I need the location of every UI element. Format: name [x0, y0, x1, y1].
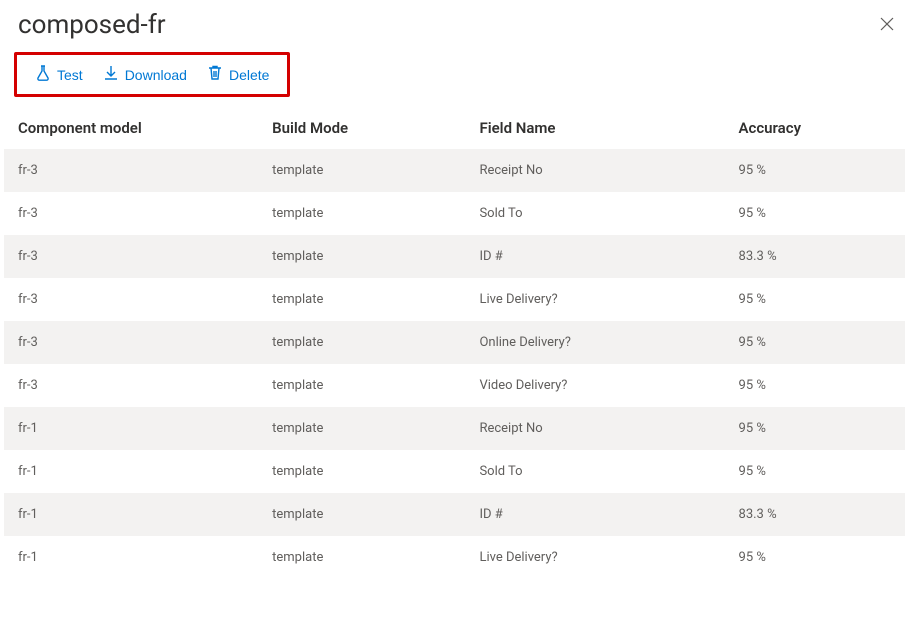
cell-field: ID # [465, 235, 724, 278]
delete-button-label: Delete [229, 67, 269, 83]
cell-accuracy: 83.3 % [725, 235, 905, 278]
cell-field: ID # [465, 493, 724, 536]
table-row[interactable]: fr-3templateOnline Delivery?95 % [4, 321, 905, 364]
cell-build: template [258, 450, 465, 493]
action-toolbar: Test Download Delete [14, 52, 290, 97]
table-row[interactable]: fr-3templateVideo Delivery?95 % [4, 364, 905, 407]
component-fields-table: Component model Build Mode Field Name Ac… [4, 107, 905, 579]
cell-model: fr-3 [4, 235, 258, 278]
cell-field: Live Delivery? [465, 278, 724, 321]
cell-field: Sold To [465, 192, 724, 235]
cell-field: Online Delivery? [465, 321, 724, 364]
table-row[interactable]: fr-1templateID #83.3 % [4, 493, 905, 536]
cell-model: fr-3 [4, 192, 258, 235]
cell-field: Receipt No [465, 149, 724, 192]
cell-model: fr-1 [4, 407, 258, 450]
cell-build: template [258, 192, 465, 235]
cell-build: template [258, 536, 465, 579]
download-button[interactable]: Download [93, 61, 197, 88]
cell-build: template [258, 407, 465, 450]
col-header-model[interactable]: Component model [4, 107, 258, 149]
cell-model: fr-1 [4, 450, 258, 493]
cell-accuracy: 95 % [725, 536, 905, 579]
cell-accuracy: 95 % [725, 192, 905, 235]
test-button[interactable]: Test [25, 61, 93, 88]
table-header-row: Component model Build Mode Field Name Ac… [4, 107, 905, 149]
test-button-label: Test [57, 67, 83, 83]
cell-accuracy: 95 % [725, 149, 905, 192]
cell-build: template [258, 278, 465, 321]
cell-build: template [258, 493, 465, 536]
delete-button[interactable]: Delete [197, 61, 279, 88]
cell-accuracy: 95 % [725, 407, 905, 450]
cell-accuracy: 83.3 % [725, 493, 905, 536]
table-row[interactable]: fr-1templateLive Delivery?95 % [4, 536, 905, 579]
cell-accuracy: 95 % [725, 364, 905, 407]
col-header-field[interactable]: Field Name [465, 107, 724, 149]
table-row[interactable]: fr-3templateSold To95 % [4, 192, 905, 235]
table-scroll-region[interactable]: Component model Build Mode Field Name Ac… [4, 107, 905, 642]
cell-model: fr-3 [4, 149, 258, 192]
close-button[interactable] [871, 11, 903, 39]
page-title: composed-fr [18, 10, 871, 40]
download-icon [103, 65, 119, 84]
pane-header: composed-fr [0, 0, 921, 46]
cell-model: fr-1 [4, 493, 258, 536]
table-row[interactable]: fr-3templateID #83.3 % [4, 235, 905, 278]
trash-icon [207, 65, 223, 84]
cell-model: fr-3 [4, 321, 258, 364]
cell-build: template [258, 321, 465, 364]
download-button-label: Download [125, 67, 187, 83]
cell-field: Live Delivery? [465, 536, 724, 579]
cell-field: Receipt No [465, 407, 724, 450]
col-header-accuracy[interactable]: Accuracy [725, 107, 905, 149]
close-icon [879, 13, 895, 37]
table-row[interactable]: fr-1templateSold To95 % [4, 450, 905, 493]
cell-model: fr-3 [4, 278, 258, 321]
cell-build: template [258, 364, 465, 407]
cell-build: template [258, 235, 465, 278]
cell-accuracy: 95 % [725, 278, 905, 321]
table-row[interactable]: fr-1templateReceipt No95 % [4, 407, 905, 450]
cell-model: fr-1 [4, 536, 258, 579]
col-header-build[interactable]: Build Mode [258, 107, 465, 149]
cell-model: fr-3 [4, 364, 258, 407]
cell-field: Sold To [465, 450, 724, 493]
cell-accuracy: 95 % [725, 450, 905, 493]
table-row[interactable]: fr-3templateReceipt No95 % [4, 149, 905, 192]
model-details-pane: composed-fr Test Download Delete [0, 0, 921, 642]
flask-icon [35, 65, 51, 84]
cell-field: Video Delivery? [465, 364, 724, 407]
cell-accuracy: 95 % [725, 321, 905, 364]
table-row[interactable]: fr-3templateLive Delivery?95 % [4, 278, 905, 321]
cell-build: template [258, 149, 465, 192]
